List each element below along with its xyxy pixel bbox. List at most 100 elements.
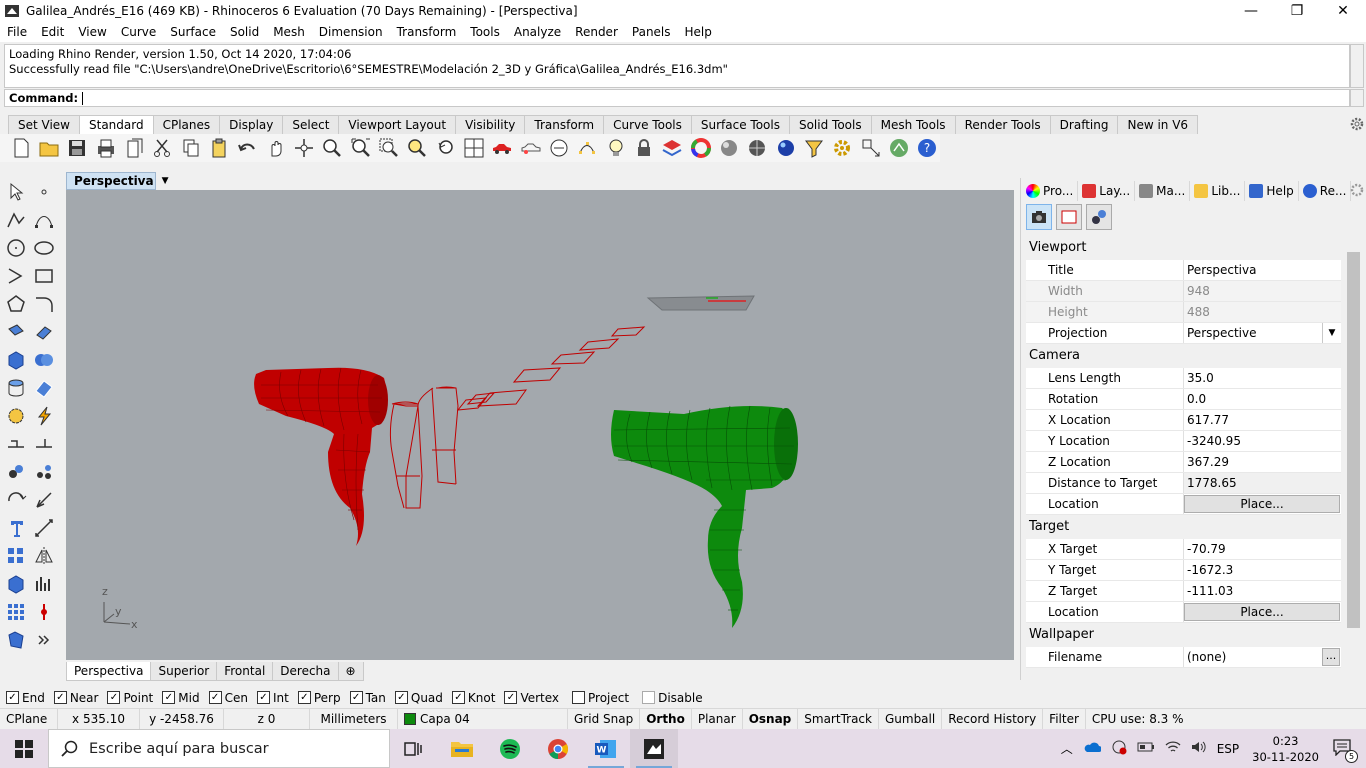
units-status[interactable]: Millimeters — [310, 708, 398, 730]
box-solid-icon[interactable] — [2, 346, 30, 374]
rotate-view-icon[interactable] — [291, 135, 316, 161]
word-icon[interactable]: W — [582, 729, 630, 768]
tab-solid-tools[interactable]: Solid Tools — [788, 115, 872, 134]
cplane-status[interactable]: CPlane — [0, 708, 58, 730]
mirror-icon[interactable] — [30, 542, 58, 570]
tab-standard[interactable]: Standard — [79, 115, 154, 134]
checkbox-checked-icon[interactable]: ✓ — [297, 691, 311, 704]
camera-icon[interactable] — [1026, 204, 1052, 230]
checkbox-unchecked-icon[interactable] — [642, 691, 656, 704]
rotate-icon[interactable] — [2, 486, 30, 514]
checkbox-checked-icon[interactable]: ✓ — [451, 691, 465, 704]
planar-toggle[interactable]: Planar — [692, 708, 743, 730]
boolean-union-icon[interactable] — [30, 346, 58, 374]
menu-file[interactable]: File — [0, 25, 34, 39]
undo-view-icon[interactable] — [433, 135, 458, 161]
panel-tab-materials[interactable]: Ma... — [1135, 181, 1191, 201]
tab-visibility[interactable]: Visibility — [455, 115, 526, 134]
menu-dimension[interactable]: Dimension — [312, 25, 390, 39]
checkbox-checked-icon[interactable]: ✓ — [504, 691, 518, 704]
new-file-icon[interactable] — [8, 135, 33, 161]
wireframe-car-icon[interactable] — [518, 135, 543, 161]
arc-icon[interactable] — [2, 262, 30, 290]
filter-funnel-icon[interactable] — [801, 135, 826, 161]
panel-tab-help[interactable]: Help — [1245, 181, 1299, 201]
checkbox-checked-icon[interactable]: ✓ — [394, 691, 408, 704]
osnap-knot[interactable]: ✓ Knot — [451, 691, 495, 705]
extrude-surface-icon[interactable] — [30, 318, 58, 346]
mesh-plane-icon[interactable] — [30, 374, 58, 402]
tab-frontal[interactable]: Frontal — [216, 662, 274, 681]
filter-toggle[interactable]: Filter — [1043, 708, 1086, 730]
paste-icon[interactable] — [206, 135, 231, 161]
camera-place-button[interactable]: Place... — [1184, 495, 1340, 513]
x-target-field[interactable]: -70.79 — [1184, 539, 1341, 559]
menu-surface[interactable]: Surface — [163, 25, 223, 39]
file-explorer-icon[interactable] — [438, 729, 486, 768]
browse-button[interactable]: ... — [1322, 648, 1340, 666]
rotation-field[interactable]: 0.0 — [1184, 389, 1341, 409]
viewport-title-tab[interactable]: Perspectiva ▼ — [66, 172, 169, 190]
checkbox-checked-icon[interactable]: ✓ — [6, 691, 19, 704]
osnap-project[interactable]: Project — [572, 691, 629, 705]
checkbox-checked-icon[interactable]: ✓ — [107, 691, 121, 704]
osnap-end[interactable]: ✓ End — [6, 691, 45, 705]
panel-tab-libraries[interactable]: Lib... — [1190, 181, 1246, 201]
curve-control-points-icon[interactable] — [30, 206, 58, 234]
add-viewport-icon[interactable]: ⊕ — [337, 662, 364, 681]
cage-edit-icon[interactable] — [2, 626, 30, 654]
tab-select[interactable]: Select — [282, 115, 340, 134]
gumball-toggle[interactable]: Gumball — [879, 708, 943, 730]
panel-gear-icon[interactable] — [1349, 182, 1365, 198]
polygon-icon[interactable] — [2, 290, 30, 318]
tab-viewport-layout[interactable]: Viewport Layout — [338, 115, 457, 134]
windows-start-icon[interactable] — [0, 729, 48, 768]
help-icon[interactable]: ? — [915, 135, 940, 161]
point-icon[interactable] — [30, 178, 58, 206]
points-on-icon[interactable] — [575, 135, 600, 161]
split-icon[interactable] — [2, 430, 30, 458]
tab-new-in-v6[interactable]: New in V6 — [1117, 115, 1199, 134]
target-place-button[interactable]: Place... — [1184, 603, 1340, 621]
y-location-field[interactable]: -3240.95 — [1184, 431, 1341, 451]
circle-icon[interactable] — [2, 234, 30, 262]
panel-tab-render[interactable]: Re... — [1299, 181, 1352, 201]
text-icon[interactable] — [2, 514, 30, 542]
render-sphere-icon[interactable] — [773, 135, 798, 161]
tab-display[interactable]: Display — [219, 115, 284, 134]
join-icon[interactable] — [30, 430, 58, 458]
chevron-up-icon[interactable]: ︿ — [1061, 740, 1073, 757]
osnap-disable[interactable]: Disable — [642, 691, 703, 705]
lock-icon[interactable] — [631, 135, 656, 161]
menu-render[interactable]: Render — [568, 25, 625, 39]
menu-transform[interactable]: Transform — [390, 25, 464, 39]
rectangle-icon[interactable] — [30, 262, 58, 290]
command-scrollbar[interactable] — [1350, 89, 1364, 107]
polyline-icon[interactable] — [2, 206, 30, 234]
grid-settings-icon[interactable] — [1086, 204, 1112, 230]
zoom-window-icon[interactable] — [376, 135, 401, 161]
tab-drafting[interactable]: Drafting — [1049, 115, 1119, 134]
tab-derecha[interactable]: Derecha — [272, 662, 339, 681]
menu-analyze[interactable]: Analyze — [507, 25, 568, 39]
language-indicator[interactable]: ESP — [1217, 742, 1239, 756]
pan-hand-icon[interactable] — [263, 135, 288, 161]
light-bulb-icon[interactable] — [603, 135, 628, 161]
layer-status[interactable]: Capa 04 — [398, 708, 568, 730]
cut-icon[interactable] — [150, 135, 175, 161]
gear-icon[interactable] — [1349, 116, 1365, 132]
filename-field[interactable]: (none) — [1187, 650, 1226, 664]
menu-mesh[interactable]: Mesh — [266, 25, 312, 39]
network-alert-icon[interactable] — [1111, 739, 1127, 758]
print-icon[interactable] — [93, 135, 118, 161]
perspective-viewport[interactable]: z y x — [66, 190, 1014, 660]
tab-curve-tools[interactable]: Curve Tools — [603, 115, 692, 134]
menu-panels[interactable]: Panels — [625, 25, 678, 39]
osnap-toggle[interactable]: Osnap — [743, 708, 799, 730]
trim-lightning-icon[interactable] — [30, 402, 58, 430]
cylinder-icon[interactable] — [2, 374, 30, 402]
array-icon[interactable] — [2, 542, 30, 570]
fillet-curve-icon[interactable] — [30, 290, 58, 318]
analyze-icon[interactable] — [30, 570, 58, 598]
clock[interactable]: 0:23 30-11-2020 — [1252, 733, 1319, 765]
